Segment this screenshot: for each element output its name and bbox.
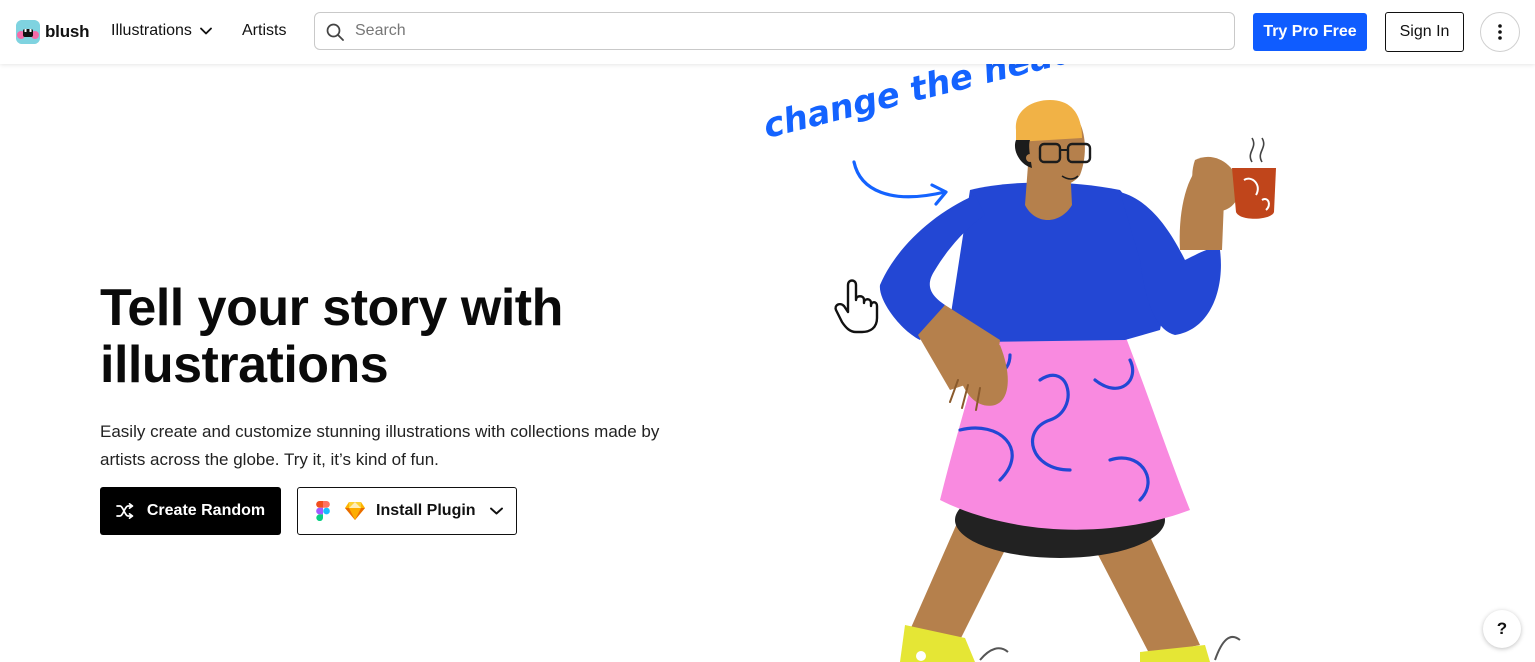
search-input[interactable] [355, 13, 1215, 49]
nav-artists-link[interactable]: Artists [242, 22, 286, 40]
sign-in-button[interactable]: Sign In [1385, 12, 1464, 52]
nav-illustrations-dropdown[interactable]: Illustrations [111, 22, 212, 40]
search-icon [326, 23, 344, 41]
hero-illustration[interactable]: change the head [700, 64, 1320, 662]
chevron-down-icon [200, 22, 212, 40]
create-random-button[interactable]: Create Random [100, 487, 281, 535]
sketch-icon [345, 502, 365, 520]
coffee-mug [1232, 168, 1276, 219]
shuffle-icon [116, 503, 134, 519]
vertical-dots-icon [1498, 24, 1502, 40]
top-navbar: blush Illustrations Artists Try Pro Free… [0, 0, 1535, 64]
nav-artists-label: Artists [242, 22, 287, 39]
logo-text: blush [45, 22, 90, 41]
search-bar [314, 12, 1235, 50]
figma-icon [316, 501, 330, 521]
install-plugin-dropdown[interactable]: Install Plugin [297, 487, 517, 535]
create-random-label: Create Random [146, 502, 266, 519]
try-pro-free-button[interactable]: Try Pro Free [1253, 13, 1367, 51]
blush-logo-icon [16, 20, 40, 44]
hero-title: Tell your story with illustrations [100, 279, 563, 394]
curved-arrow-icon [852, 160, 947, 199]
nav-illustrations-label: Illustrations [111, 22, 192, 39]
beanie-hat [1015, 100, 1082, 142]
more-options-button[interactable] [1480, 12, 1520, 52]
hero-subtitle: Easily create and customize stunning ill… [100, 422, 660, 469]
install-plugin-label: Install Plugin [376, 502, 476, 519]
chevron-down-icon [489, 502, 503, 520]
help-button[interactable]: ? [1483, 610, 1521, 648]
logo[interactable]: blush [16, 20, 90, 44]
pointer-hand-icon [834, 279, 879, 334]
